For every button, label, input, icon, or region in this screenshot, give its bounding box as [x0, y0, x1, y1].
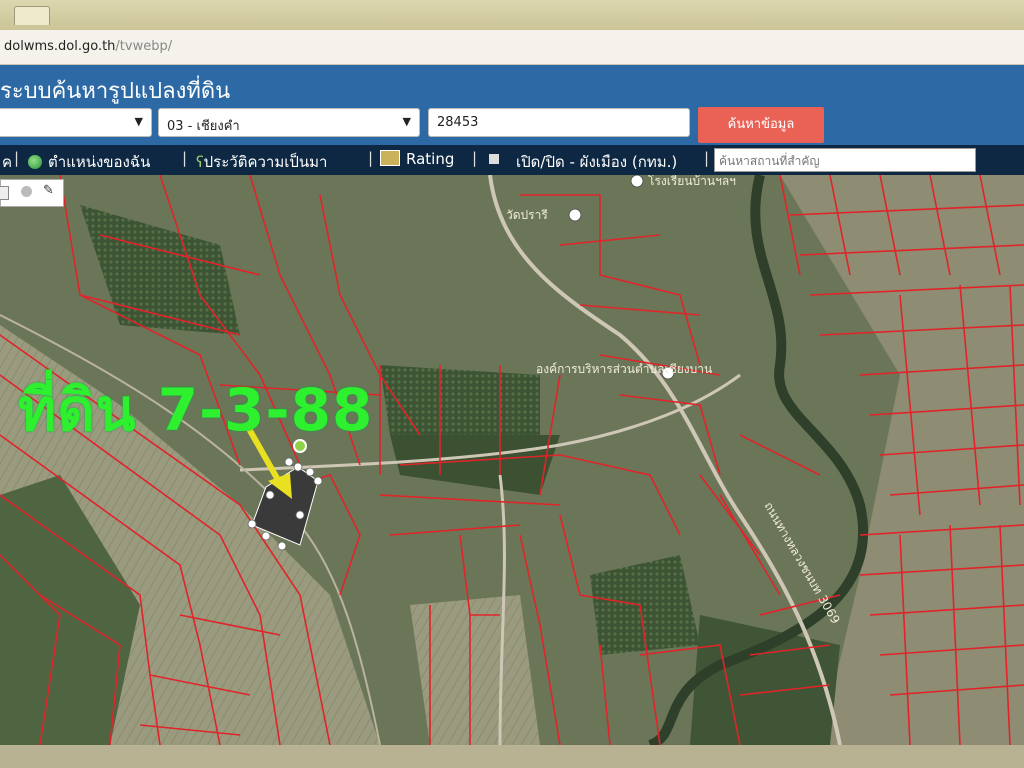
toolbar-separator: | — [182, 149, 188, 167]
toolbar-separator: | — [704, 149, 710, 167]
satellite-map[interactable]: โรงเรียนบ้านฯลฯ วัดปรารี องค์การบริหารส่… — [0, 175, 1024, 745]
parcel-number-input[interactable]: 28453 — [428, 108, 690, 137]
draw-tool-icon[interactable]: ✎ — [43, 183, 54, 198]
temple-icon[interactable] — [568, 208, 582, 222]
sprout-icon: ʕ — [196, 153, 204, 171]
globe-icon — [28, 155, 42, 169]
province-select[interactable]: ▼ — [0, 108, 152, 137]
parcel-number-value: 28453 — [437, 115, 479, 130]
school-icon[interactable] — [630, 175, 644, 188]
chevron-down-icon: ▼ — [134, 115, 143, 128]
square-tool-icon[interactable] — [0, 186, 9, 200]
toolbar-item-cut[interactable]: ค — [2, 150, 12, 174]
orchard — [380, 365, 540, 435]
amphoe-select[interactable]: 03 - เชียงคำ ▼ — [158, 108, 420, 137]
url-host: dolwms.dol.go.th — [4, 39, 116, 54]
toolbar-separator: | — [472, 149, 478, 167]
app-header: ระบบค้นหารูปแปลงที่ดิน ▼ 03 - เชียงคำ ▼ 2… — [0, 65, 1024, 145]
chart-icon — [380, 150, 400, 166]
rating-label: Rating — [406, 150, 455, 168]
plot-area-label: ที่ดิน 7-3-88 — [18, 376, 374, 444]
chevron-down-icon: ▼ — [402, 115, 411, 128]
rating-button[interactable]: Rating — [380, 150, 454, 168]
toolbar-separator: | — [14, 149, 20, 167]
browser-tab-strip — [0, 0, 1024, 31]
url-path: /tvwebp/ — [115, 39, 173, 54]
office-label: องค์การบริหารส่วนตำบลเชียงบาน — [536, 362, 712, 376]
map-controls: ✎ — [0, 179, 64, 207]
cityplan-toggle[interactable] — [489, 150, 499, 168]
map-canvas[interactable]: โรงเรียนบ้านฯลฯ วัดปรารี องค์การบริหารส่… — [0, 175, 1024, 745]
my-location-label: ตำแหน่งของฉัน — [48, 153, 151, 171]
url-text[interactable]: dolwms.dol.go.th/tvwebp/ — [4, 39, 172, 54]
history-button[interactable]: ʕประวัติความเป็นมา — [196, 150, 327, 174]
circle-tool-icon[interactable] — [21, 186, 32, 197]
browser-tab[interactable] — [14, 6, 50, 25]
temple-label: วัดปรารี — [506, 208, 548, 222]
search-button[interactable]: ค้นหาข้อมูล — [698, 107, 824, 143]
my-location-button[interactable]: ตำแหน่งของฉัน — [28, 150, 150, 174]
amphoe-select-value: 03 - เชียงคำ — [167, 119, 240, 134]
cityplan-toggle-label[interactable]: เปิด/ปิด - ผังเมือง (กทม.) — [516, 150, 677, 174]
toolbar-separator: | — [368, 149, 374, 167]
checkbox-icon — [489, 154, 499, 164]
school-label: โรงเรียนบ้านฯลฯ — [648, 175, 736, 188]
page-title: ระบบค้นหารูปแปลงที่ดิน — [0, 79, 231, 104]
history-label: ประวัติความเป็นมา — [203, 153, 328, 171]
browser-status-bar — [0, 745, 1024, 768]
place-search-input[interactable]: ค้นหาสถานที่สำคัญ — [714, 148, 976, 172]
address-bar[interactable]: dolwms.dol.go.th/tvwebp/ — [0, 30, 1024, 65]
